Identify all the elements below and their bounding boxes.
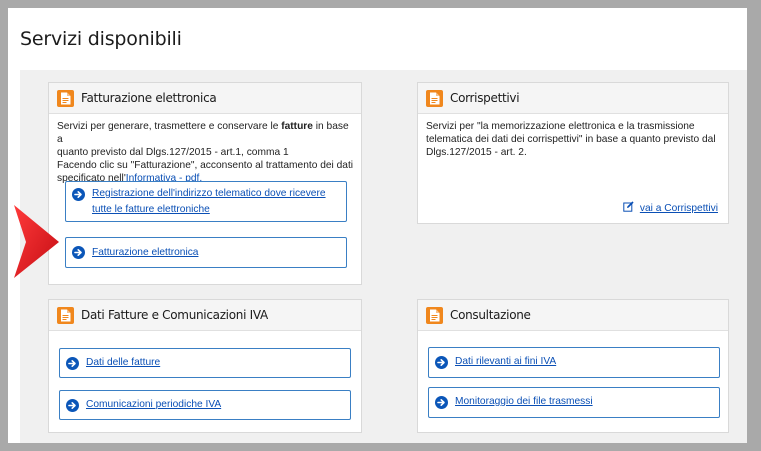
card-corrispettivi: Corrispettivi Servizi per "la memorizzaz…: [417, 82, 729, 224]
comunicazioni-periodiche-iva-button[interactable]: Comunicazioni periodiche IVA: [59, 390, 351, 420]
card-header: Dati Fatture e Comunicazioni IVA: [49, 300, 361, 331]
button-label: Comunicazioni periodiche IVA: [86, 399, 222, 410]
card-description: Servizi per "la memorizzazione elettroni…: [426, 120, 722, 159]
button-label: Registrazione dell'indirizzo telematico …: [92, 188, 326, 215]
card-fatturazione-elettronica: Fatturazione elettronica Servizi per gen…: [48, 82, 362, 285]
arrow-right-circle-icon: [66, 399, 79, 412]
card-header: Corrispettivi: [418, 83, 728, 114]
link-label: vai a Corrispettivi: [639, 202, 718, 214]
document-icon: [57, 306, 74, 324]
description-text: telematica dei dati dei corrispettivi" i…: [426, 134, 716, 145]
description-bold-text: fatture: [281, 121, 313, 132]
card-title: Consultazione: [450, 308, 531, 322]
card-header: Fatturazione elettronica: [49, 83, 361, 114]
description-text: Dlgs.127/2015 - art. 2.: [426, 147, 527, 158]
description-text: Facendo clic su "Fatturazione", acconsen…: [57, 160, 354, 171]
card-title: Corrispettivi: [450, 91, 520, 105]
monitoraggio-file-trasmessi-button[interactable]: Monitoraggio dei file trasmessi: [428, 387, 720, 418]
card-consultazione: Consultazione Dati rilevanti ai fini IVA…: [417, 299, 729, 433]
vai-a-corrispettivi-link[interactable]: vai a Corrispettivi: [623, 201, 718, 215]
document-icon: [57, 89, 74, 107]
document-icon: [426, 89, 443, 107]
red-pointer-arrow-icon: [14, 205, 59, 278]
edit-icon: [623, 201, 634, 215]
card-dati-fatture-comunicazioni-iva: Dati Fatture e Comunicazioni IVA Dati de…: [48, 299, 362, 433]
arrow-right-circle-icon: [66, 357, 79, 370]
fatturazione-elettronica-button[interactable]: Fatturazione elettronica: [65, 237, 347, 268]
arrow-right-circle-icon: [435, 396, 448, 409]
arrow-right-circle-icon: [72, 188, 85, 201]
arrow-right-circle-icon: [72, 246, 85, 259]
description-text: quanto previsto dal Dlgs.127/2015 - art.…: [57, 147, 289, 158]
document-icon: [426, 306, 443, 324]
card-title: Fatturazione elettronica: [81, 91, 217, 105]
registrazione-indirizzo-button[interactable]: Registrazione dell'indirizzo telematico …: [65, 181, 347, 222]
page-title: Servizi disponibili: [20, 28, 182, 50]
dati-delle-fatture-button[interactable]: Dati delle fatture: [59, 348, 351, 378]
description-text: Servizi per "la memorizzazione elettroni…: [426, 121, 695, 132]
button-label: Fatturazione elettronica: [92, 247, 199, 258]
button-label: Dati delle fatture: [86, 357, 161, 368]
arrow-right-circle-icon: [435, 356, 448, 369]
button-label: Monitoraggio dei file trasmessi: [455, 396, 593, 407]
services-area: Fatturazione elettronica Servizi per gen…: [20, 70, 747, 443]
card-title: Dati Fatture e Comunicazioni IVA: [81, 308, 268, 322]
card-description: Servizi per generare, trasmettere e cons…: [57, 120, 357, 185]
description-text: Servizi per generare, trasmettere e cons…: [57, 121, 282, 132]
card-header: Consultazione: [418, 300, 728, 331]
main-window: Servizi disponibili Fatturazione elettro…: [8, 8, 747, 443]
button-label: Dati rilevanti ai fini IVA: [455, 356, 557, 367]
dati-rilevanti-iva-button[interactable]: Dati rilevanti ai fini IVA: [428, 347, 720, 378]
